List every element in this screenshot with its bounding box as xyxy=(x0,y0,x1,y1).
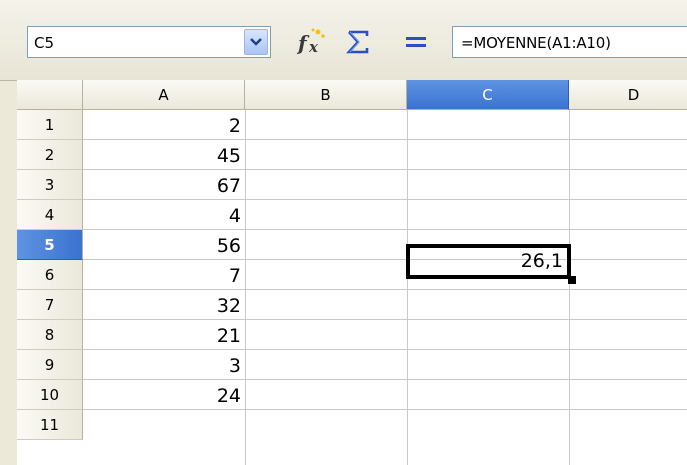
row-header-5[interactable]: 5 xyxy=(17,230,83,260)
cell-a4[interactable]: 4 xyxy=(83,200,245,230)
row-header-3[interactable]: 3 xyxy=(17,170,83,200)
formula-text[interactable]: =MOYENNE(A1:A10) xyxy=(461,34,611,52)
formula-bar: C5 f x =MOYENNE(A1:A10) xyxy=(0,0,687,81)
grid-line xyxy=(407,110,408,465)
cell-a3[interactable]: 67 xyxy=(83,170,245,200)
cell-a6[interactable]: 7 xyxy=(83,260,245,290)
cell-a10[interactable]: 24 xyxy=(83,380,245,410)
column-header-c[interactable]: C xyxy=(407,80,569,110)
row-header-11[interactable]: 11 xyxy=(17,410,83,440)
row-header-4[interactable]: 4 xyxy=(17,200,83,230)
select-all-corner[interactable] xyxy=(17,80,83,110)
sum-icon[interactable] xyxy=(343,26,373,58)
column-header-a[interactable]: A xyxy=(83,80,245,110)
name-box[interactable]: C5 xyxy=(27,26,271,58)
row-header-9[interactable]: 9 xyxy=(17,350,83,380)
name-box-dropdown-button[interactable] xyxy=(244,29,268,55)
column-header-d[interactable]: D xyxy=(569,80,687,110)
row-header-1[interactable]: 1 xyxy=(17,110,83,140)
cell-a7[interactable]: 32 xyxy=(83,290,245,320)
svg-text:f: f xyxy=(296,31,310,55)
function-wizard-icon[interactable]: f x xyxy=(295,26,329,58)
grid-line xyxy=(569,110,570,465)
column-header-b[interactable]: B xyxy=(245,80,407,110)
cell-a5[interactable]: 56 xyxy=(83,230,245,260)
cell-a8[interactable]: 21 xyxy=(83,320,245,350)
spreadsheet-grid: A B C D 1 2 3 4 5 6 7 8 9 10 11 2 45 67 … xyxy=(17,80,687,465)
grid-line xyxy=(245,110,246,465)
cell-a1[interactable]: 2 xyxy=(83,110,245,140)
active-cell-c5[interactable]: 26,1 xyxy=(406,244,571,279)
row-header-10[interactable]: 10 xyxy=(17,380,83,410)
cell-a9[interactable]: 3 xyxy=(83,350,245,380)
formula-input[interactable]: =MOYENNE(A1:A10) xyxy=(452,26,687,58)
row-header-6[interactable]: 6 xyxy=(17,260,83,290)
row-header-7[interactable]: 7 xyxy=(17,290,83,320)
chevron-down-icon xyxy=(250,38,262,46)
svg-text:x: x xyxy=(308,38,319,56)
row-header-8[interactable]: 8 xyxy=(17,320,83,350)
equals-icon[interactable] xyxy=(402,26,432,58)
cell-a2[interactable]: 45 xyxy=(83,140,245,170)
row-header-2[interactable]: 2 xyxy=(17,140,83,170)
fill-handle[interactable] xyxy=(568,276,576,284)
cell-reference[interactable]: C5 xyxy=(34,34,54,52)
